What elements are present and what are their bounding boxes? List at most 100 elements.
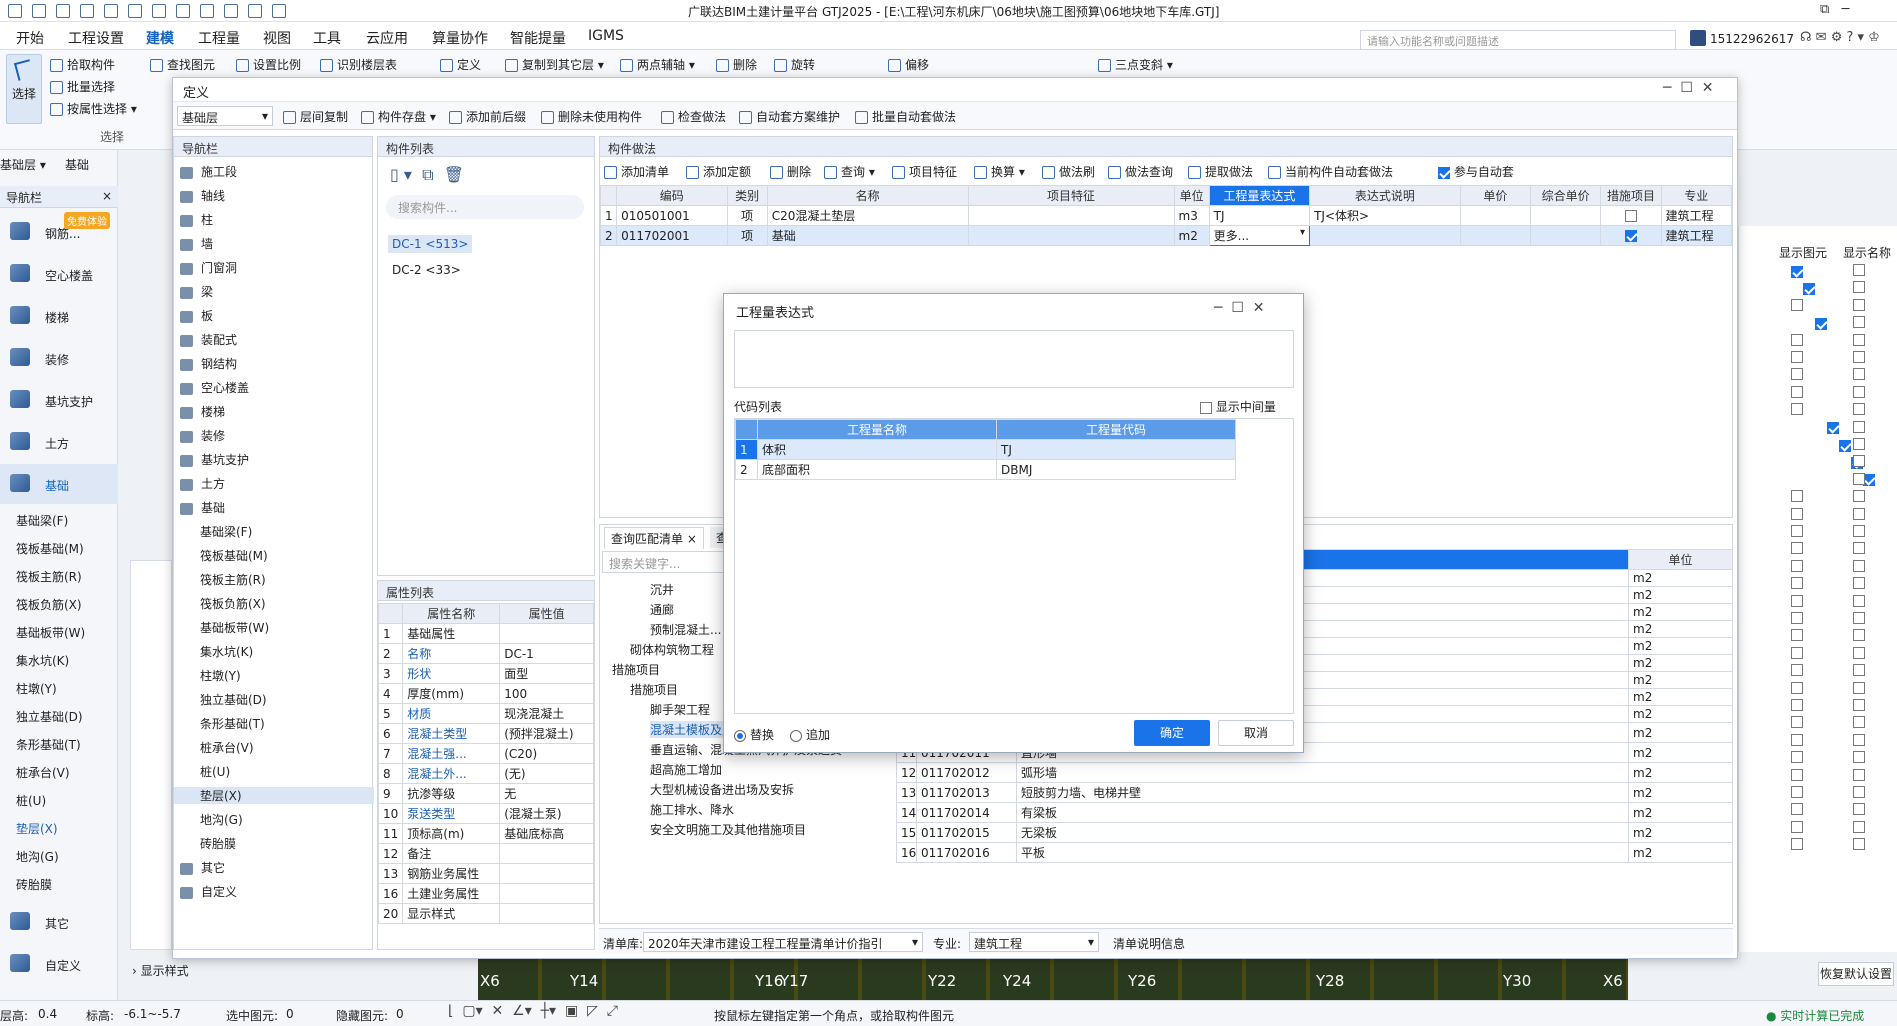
add-quota-button[interactable]: 添加定额 [686,163,751,180]
show-name-checkbox[interactable] [1853,751,1865,764]
nav-tree-item[interactable]: 集水坑(K) [200,643,253,660]
nav-pit-support[interactable]: 基坑支护 [0,380,118,420]
sub-cushion[interactable]: 垫层(X) [16,820,58,837]
method-cell-measure[interactable] [1600,205,1662,226]
query-tree-item[interactable]: 措施项目 [612,661,660,678]
query-tree-item[interactable]: 超高施工增加 [650,761,722,778]
property-row[interactable]: 2 名称 DC-1 [377,643,594,664]
menu-modeling[interactable]: 建模 [146,28,174,52]
query-tree-item[interactable]: 脚手架工程 [650,701,710,718]
method-cell-feature[interactable] [967,205,1175,226]
nav-tree-item[interactable]: 基坑支护 [180,451,249,468]
find-element-button[interactable]: 查找图元 [150,56,215,73]
show-element-checkbox[interactable] [1791,699,1803,711]
property-value[interactable]: 基础底标高 [499,823,594,844]
calc-icon[interactable] [152,3,166,18]
property-value[interactable]: (混凝土泵) [499,803,594,824]
cad-canvas[interactable]: X6 Y14 Y16 Y17 Y22 Y24 Y26 Y28 Y30 X6 [478,952,1628,1000]
show-element-checkbox[interactable] [1791,803,1803,816]
method-cell-name[interactable]: C20混凝土垫层 [766,205,969,226]
query-tree-item[interactable]: 安全文明施工及其他措施项目 [650,821,806,838]
property-value[interactable] [499,863,594,884]
show-element-checkbox[interactable] [1791,490,1803,503]
show-element-checkbox[interactable] [1791,525,1803,537]
tab-query-bill[interactable]: 查询匹配清单 × [604,527,704,549]
grid-icon[interactable] [200,3,214,18]
code-cell-code[interactable]: DBMJ [996,459,1236,480]
cloud-icon[interactable] [248,3,262,18]
show-element-checkbox[interactable] [1791,594,1803,607]
measure-checkbox-checked[interactable] [1624,230,1637,242]
nav-tree-item[interactable]: 板 [180,307,213,324]
show-name-checkbox[interactable] [1853,490,1865,503]
auto-apply-current-button[interactable]: 当前构件自动套做法 [1268,163,1393,180]
show-element-checkbox[interactable] [1791,629,1803,642]
component-toolbar[interactable]: ▯ ▾ ⧉ 🗑 [390,165,464,185]
code-row-selected[interactable]: 1 体积 TJ [735,439,1236,460]
menu-igms[interactable]: IGMS [588,28,624,44]
nav-tree-item[interactable]: 桩(U) [200,763,230,780]
nav-tree-item[interactable]: 基础板带(W) [200,619,269,636]
show-element-checkbox[interactable] [1791,751,1803,764]
show-name-checkbox[interactable] [1853,559,1865,572]
property-row[interactable]: 6 混凝土类型 (预拌混凝土) [377,723,594,744]
show-element-checkbox[interactable] [1791,385,1803,398]
show-name-checkbox[interactable] [1853,507,1865,520]
show-name-checkbox[interactable] [1853,612,1865,624]
show-name-checkbox[interactable] [1853,699,1865,711]
nav-tree-item[interactable]: 梁 [180,283,213,300]
three-point-slope-button[interactable]: 三点变斜 ▾ [1098,56,1173,73]
copy-between-floors-button[interactable]: 层间复制 [283,108,348,125]
method-query-button[interactable]: 做法查询 [1108,163,1173,180]
show-name-checkbox[interactable] [1853,838,1865,851]
property-value[interactable]: DC-1 [499,643,594,664]
more-icon[interactable] [272,3,286,18]
define-button[interactable]: 定义 [440,56,481,73]
user-id[interactable]: 15122962617 [1710,32,1794,46]
nav-tree-item[interactable]: 筏板负筋(X) [200,595,266,612]
show-name-checkbox[interactable] [1853,438,1865,450]
query-row[interactable]: 12 011702012 弧形墙 m2 [896,762,1734,783]
code-cell-code[interactable]: TJ [996,439,1236,460]
show-name-checkbox[interactable] [1853,281,1865,294]
nav-earthwork[interactable]: 土方 [0,422,118,462]
method-row[interactable]: 1 010501001 项 C20混凝土垫层 m3 TJ TJ<体积> 建筑工程 [599,205,1733,226]
auto-scheme-button[interactable]: 自动套方案维护 [739,108,840,125]
nav-tree-item[interactable]: 空心楼盖 [180,379,249,396]
extract-method-button[interactable]: 提取做法 [1188,163,1253,180]
window-controls[interactable]: ⧉ ─ [1820,2,1850,17]
show-element-checkbox[interactable] [1791,265,1803,278]
property-row[interactable]: 9 抗渗等级无 [377,783,594,804]
menu-tools[interactable]: 工具 [313,28,341,48]
new-file-icon[interactable] [32,3,46,18]
sub-pile-cap[interactable]: 桩承台(V) [16,764,70,781]
show-name-checkbox[interactable] [1853,786,1865,798]
property-row[interactable]: 10 泵送类型 (混凝土泵) [377,803,594,824]
show-element-checkbox[interactable] [1791,542,1803,555]
menu-quantity[interactable]: 工程量 [198,28,240,48]
show-name-checkbox[interactable] [1853,298,1865,311]
property-value[interactable]: 100 [499,683,594,704]
sub-brick-mold[interactable]: 砖胎膜 [16,876,52,893]
property-row[interactable]: 5 材质 现浇混凝土 [377,703,594,724]
nav-tree-item[interactable]: 筏板主筋(R) [200,571,266,588]
nav-tree-item[interactable]: 轴线 [180,187,225,204]
menu-smart[interactable]: 智能提量 [510,28,566,48]
nav-tree-item[interactable]: 基础 [180,499,225,516]
show-element-checkbox[interactable] [1791,333,1803,346]
nav-foundation[interactable]: 基础 [0,464,118,504]
measure-checkbox[interactable] [1624,210,1637,222]
attr-select-button[interactable]: 按属性选择 ▾ [50,100,137,117]
function-search-input[interactable]: 请输入功能名称或问题描述 [1360,30,1676,50]
show-element-checkbox[interactable] [1791,664,1803,677]
sub-raft[interactable]: 筏板基础(M) [16,540,84,557]
participate-auto-checkbox[interactable]: 参与自动套 [1438,163,1514,180]
nav-tree-item[interactable]: 桩承台(V) [200,739,254,756]
item-feature-button[interactable]: 项目特征 [892,163,957,180]
property-value[interactable] [499,843,594,864]
method-delete-button[interactable]: 删除 [770,163,811,180]
query-tree-item[interactable]: 措施项目 [630,681,678,698]
close-icon[interactable]: × [687,532,697,546]
property-value[interactable]: (预拌混凝土) [499,723,594,744]
property-value[interactable] [499,883,594,904]
